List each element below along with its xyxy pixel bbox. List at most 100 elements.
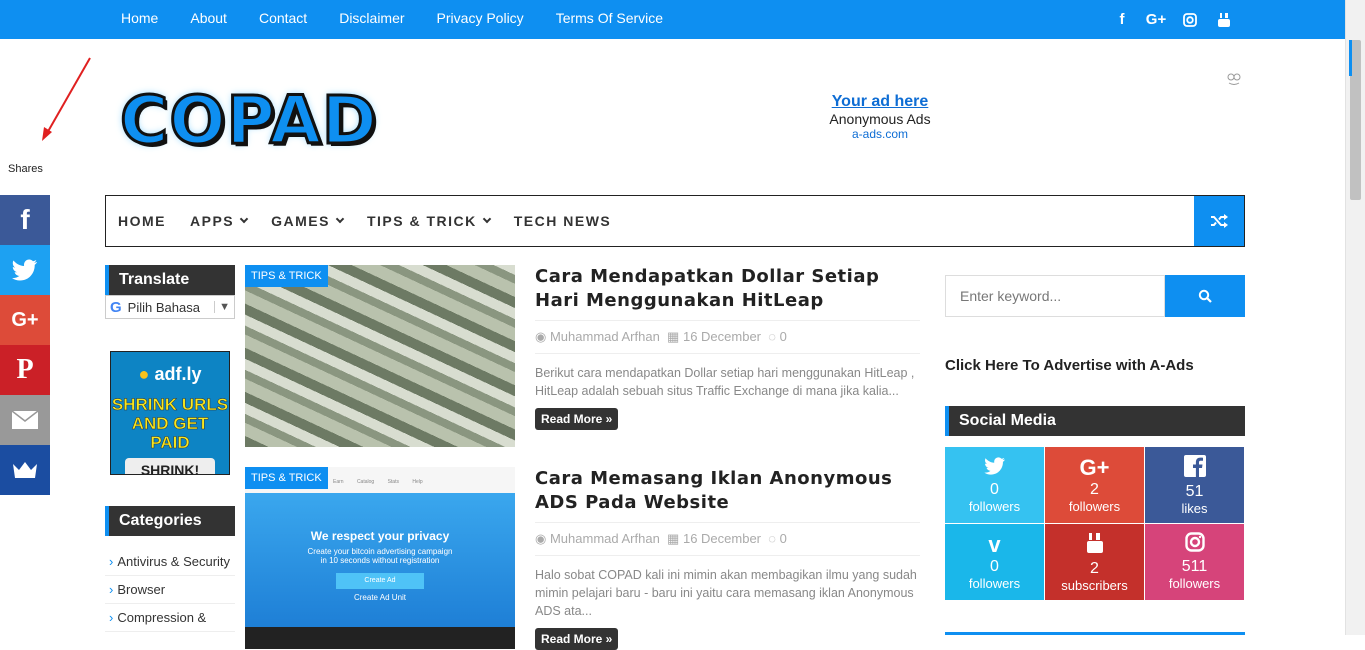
social-vimeo[interactable]: v 0 followers (945, 524, 1044, 600)
post-body: Cara Mendapatkan Dollar Setiap Hari Meng… (535, 265, 920, 430)
page-scrollbar[interactable] (1345, 0, 1365, 635)
facebook-icon: f (20, 204, 30, 235)
social-count: 2 (1090, 481, 1099, 498)
ad-choices-icon[interactable] (1227, 72, 1241, 90)
search-input[interactable]: Enter keyword... (945, 275, 1165, 317)
nav-apps-label: APPS (190, 213, 235, 229)
header-ad[interactable]: Your ad here Anonymous Ads a-ads.com (780, 93, 980, 141)
share-google-plus-button[interactable]: G+ (0, 295, 50, 345)
twitter-icon (12, 259, 37, 281)
ad-title-link[interactable]: Your ad here (780, 93, 980, 111)
adfly-shrink-button[interactable]: SHRINK! (125, 458, 215, 474)
top-nav: Home About Contact Disclaimer Privacy Po… (105, 0, 679, 39)
top-nav-about[interactable]: About (174, 0, 243, 39)
nav-tech-news[interactable]: TECH NEWS (502, 213, 624, 229)
category-item[interactable]: › Browser (105, 576, 235, 604)
nav-home[interactable]: HOME (106, 213, 178, 229)
language-select[interactable]: G Pilih Bahasa ▼ (105, 295, 235, 319)
google-plus-icon[interactable]: G+ (1139, 0, 1173, 39)
nav-games[interactable]: GAMES (259, 213, 355, 229)
share-bar: f G+ P (0, 195, 50, 495)
read-more-button[interactable]: Read More » (535, 408, 619, 430)
translate-widget: Translate G Pilih Bahasa ▼ (105, 265, 235, 319)
categories-widget: Categories › Antivirus & Security › Browse… (105, 506, 235, 632)
ad-line: Anonymous Ads (829, 111, 931, 127)
category-label: Browser (117, 582, 166, 597)
google-plus-icon: G+ (11, 308, 39, 331)
category-label: Compression & (117, 610, 207, 625)
share-twitter-button[interactable] (0, 245, 50, 295)
scroll-marker (1349, 40, 1352, 76)
top-nav-disclaimer[interactable]: Disclaimer (323, 0, 420, 39)
thumb-link: Create Ad Unit (353, 593, 407, 602)
top-nav-contact[interactable]: Contact (243, 0, 323, 39)
social-instagram[interactable]: 511 followers (1145, 524, 1244, 600)
nav-apps[interactable]: APPS (178, 213, 259, 229)
social-youtube[interactable]: 2 subscribers (1045, 524, 1144, 600)
social-google-plus[interactable]: G+ 2 followers (1045, 447, 1144, 523)
adfly-brand-text: adf.ly (154, 364, 202, 384)
post-category-badge[interactable]: TIPS & TRICK (245, 467, 328, 489)
thumb-heading: We respect your privacy (310, 529, 450, 543)
share-facebook-button[interactable]: f (0, 195, 50, 245)
user-icon: ◉ (535, 531, 547, 546)
instagram-icon[interactable] (1173, 0, 1207, 39)
adfly-headline: SHRINK URLS AND GET PAID (111, 395, 229, 453)
top-nav-terms-of-service[interactable]: Terms Of Service (540, 0, 679, 39)
share-sumo-button[interactable] (0, 445, 50, 495)
post-thumbnail[interactable]: TIPS & TRICK (245, 265, 515, 447)
category-list: › Antivirus & Security › Browser › Compress… (105, 548, 235, 632)
top-nav-privacy-policy[interactable]: Privacy Policy (421, 0, 540, 39)
post-comments[interactable]: 0 (780, 329, 787, 344)
top-nav-home[interactable]: Home (105, 0, 174, 39)
social-count: 0 (990, 558, 999, 575)
nav-tips-trick[interactable]: TIPS & TRICK (355, 213, 502, 229)
chevron-down-icon (335, 214, 345, 224)
random-post-button[interactable] (1194, 196, 1244, 246)
post-author[interactable]: Muhammad Arfhan (550, 531, 660, 546)
site-logo[interactable]: COPAD (119, 81, 379, 161)
calendar-icon: ▦ (667, 531, 680, 546)
share-pinterest-button[interactable]: P (0, 345, 50, 395)
youtube-icon[interactable] (1207, 0, 1241, 39)
share-email-button[interactable] (0, 395, 50, 445)
post-excerpt: Halo sobat COPAD kali ini mimin akan mem… (535, 568, 917, 618)
category-item[interactable]: › Antivirus & Security (105, 548, 235, 576)
social-twitter[interactable]: 0 followers (945, 447, 1044, 523)
social-facebook[interactable]: 51 likes (1145, 447, 1244, 523)
google-icon: G (110, 298, 122, 316)
top-bar: Home About Contact Disclaimer Privacy Po… (0, 0, 1345, 39)
language-select-value: Pilih Bahasa (127, 299, 200, 315)
adfly-headline-2: AND GET PAID (131, 414, 209, 453)
social-label: followers (968, 576, 1021, 591)
post-category-badge[interactable]: TIPS & TRICK (245, 265, 328, 287)
adfly-brand: ● adf.ly (111, 364, 229, 385)
advertise-link[interactable]: Click Here To Advertise with A-Ads (945, 357, 1194, 374)
comment-icon: ◌ (768, 329, 776, 344)
bee-icon: ● (138, 364, 150, 384)
social-count: 2 (1090, 560, 1099, 577)
social-label: followers (968, 499, 1021, 514)
social-count: 51 (1185, 483, 1204, 500)
chevron-right-icon: › (109, 554, 114, 569)
vimeo-icon: v (988, 532, 1001, 557)
social-count: 0 (990, 481, 999, 498)
top-social-icons: f G+ (1105, 0, 1241, 39)
post-title[interactable]: Cara Memasang Iklan Anonymous ADS Pada W… (535, 467, 920, 515)
user-icon: ◉ (535, 329, 547, 344)
post-thumbnail[interactable]: Earn Catalog Stats Help We respect your … (245, 467, 515, 649)
google-plus-icon: G+ (1079, 455, 1110, 480)
post-excerpt: Berikut cara mendapatkan Dollar setiap h… (535, 366, 915, 398)
facebook-icon[interactable]: f (1105, 0, 1139, 39)
post-title[interactable]: Cara Mendapatkan Dollar Setiap Hari Meng… (535, 265, 920, 313)
thumb-sub-2: in 10 seconds without registration (320, 556, 440, 565)
search-button[interactable] (1165, 275, 1245, 317)
post-author[interactable]: Muhammad Arfhan (550, 329, 660, 344)
category-item[interactable]: › Compression & (105, 604, 235, 632)
post-comments[interactable]: 0 (780, 531, 787, 546)
post-date: 16 December (682, 531, 762, 546)
ad-domain[interactable]: a-ads.com (780, 127, 980, 141)
category-label: Antivirus & Security (117, 554, 231, 569)
read-more-button[interactable]: Read More » (535, 628, 619, 650)
adfly-banner[interactable]: ● adf.ly SHRINK URLS AND GET PAID SHRINK! (110, 351, 230, 475)
